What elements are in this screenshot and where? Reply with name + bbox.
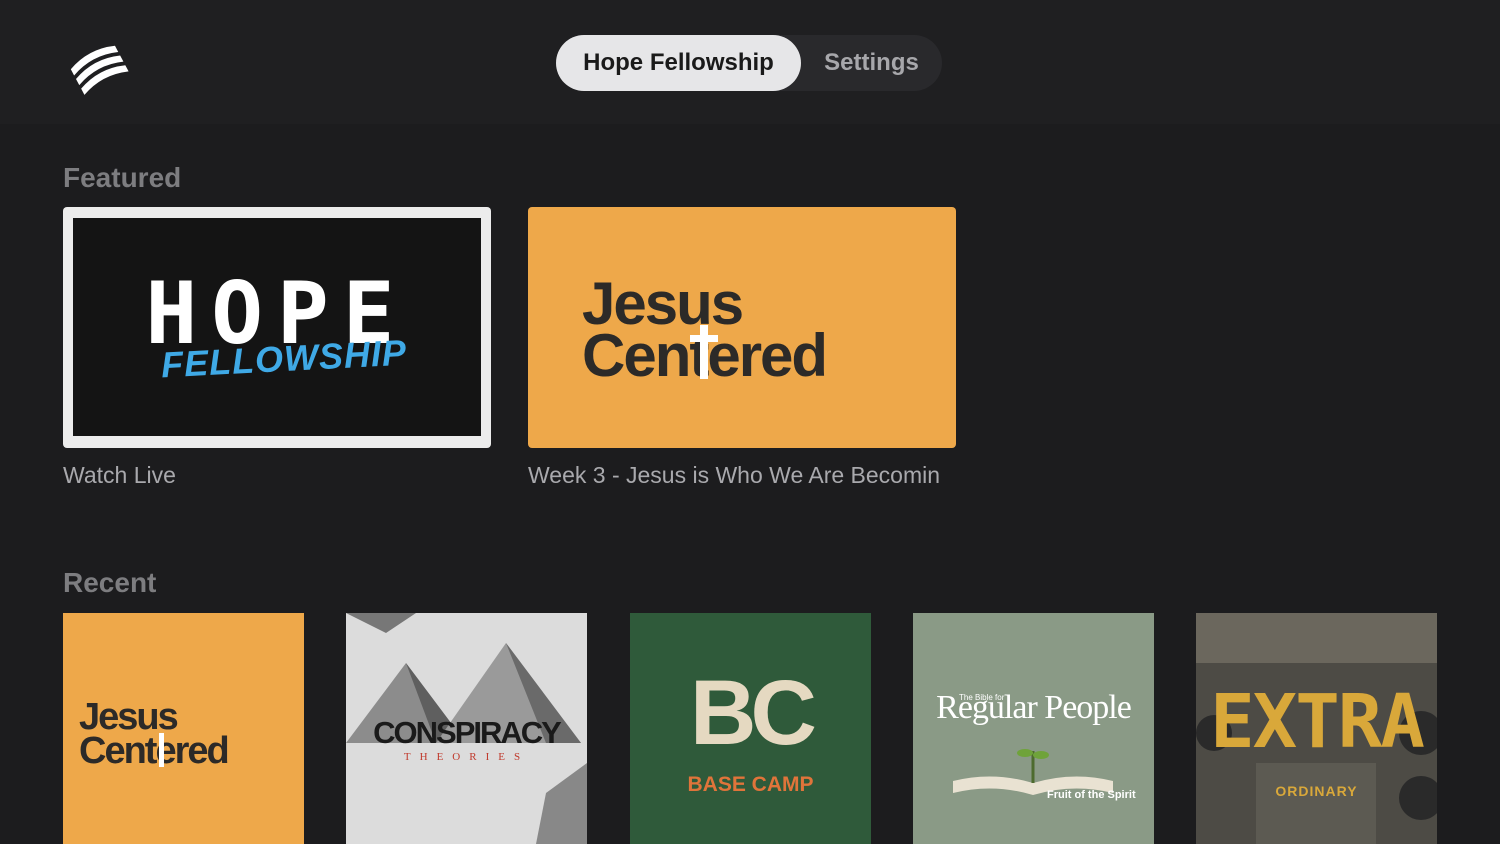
recent-jesus-centered-card[interactable]: Jesus Centered: [63, 613, 304, 844]
tab-hope-fellowship[interactable]: Hope Fellowship: [556, 35, 801, 91]
watch-live-caption: Watch Live: [63, 462, 176, 488]
artwork-extra-text: EXTRA: [1210, 679, 1425, 765]
recent-regular-people-card[interactable]: The Bible for Regular People Fruit of th…: [913, 613, 1154, 844]
tab-settings[interactable]: Settings: [801, 35, 942, 91]
artwork-conspiracy-text: CONSPIRACY: [373, 715, 562, 750]
cross-icon: [700, 325, 708, 379]
cross-icon: [159, 733, 164, 767]
featured-jesus-centered-card[interactable]: Jesus Centered: [528, 207, 956, 448]
artwork-theories-text: THEORIES: [403, 751, 530, 763]
featured-section-title: Featured: [63, 162, 182, 193]
hope-fellowship-artwork: HOPE FELLOWSHIP: [73, 218, 481, 436]
recent-extraordinary-card[interactable]: EXTRA ORDINARY: [1196, 613, 1437, 844]
recent-base-camp-card[interactable]: BC BASE CAMP: [630, 613, 871, 844]
artwork-regular-people-text: Regular People: [936, 689, 1132, 726]
top-tab-bar: Hope Fellowship Settings: [556, 35, 942, 91]
artwork-fruit-spirit-text: Fruit of the Spirit: [1047, 789, 1136, 801]
artwork-ordinary-text: ORDINARY: [1275, 783, 1358, 799]
cross-bar: [690, 335, 718, 342]
artwork-bc-text: BC: [690, 662, 817, 764]
featured-watch-live-card[interactable]: HOPE FELLOWSHIP: [63, 207, 491, 448]
recent-section-title: Recent: [63, 567, 157, 598]
church-logo-icon: [68, 40, 130, 98]
artwork-centered-text: Centered: [79, 730, 230, 772]
recent-conspiracy-card[interactable]: CONSPIRACY THEORIES: [346, 613, 587, 844]
week3-caption: Week 3 - Jesus is Who We Are Becomin: [528, 462, 941, 488]
artwork-base-camp-text: BASE CAMP: [687, 773, 814, 796]
